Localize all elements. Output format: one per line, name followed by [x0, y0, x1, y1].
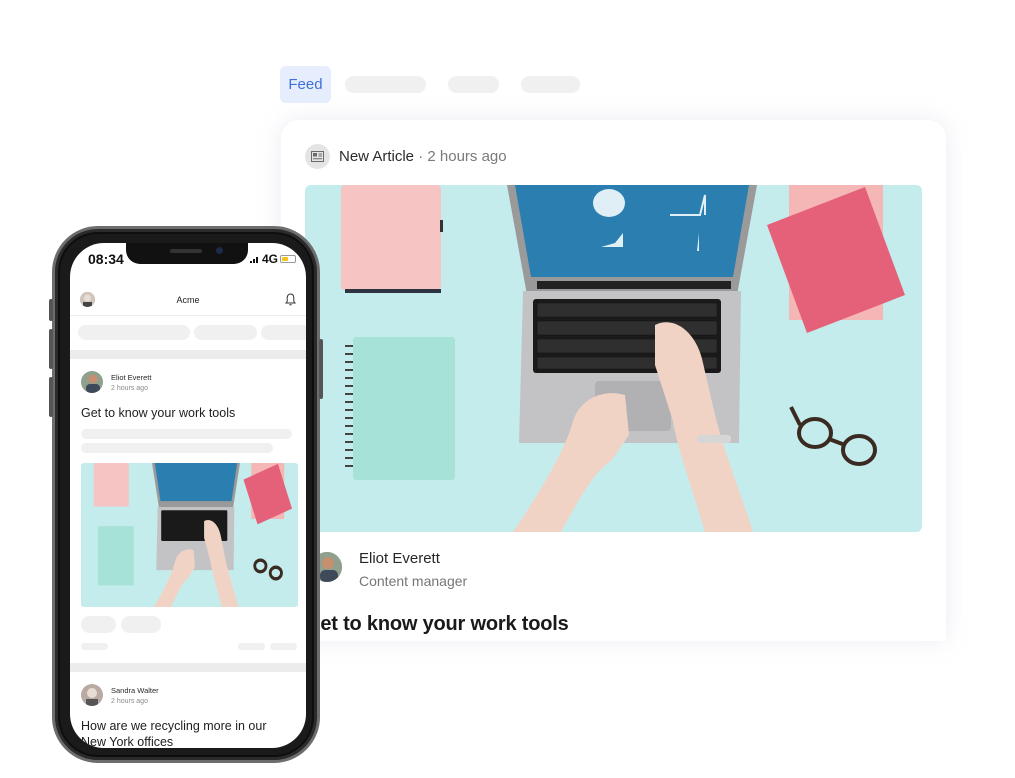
post-author-avatar[interactable] — [81, 684, 103, 706]
phone-notch — [126, 243, 248, 264]
phone-power-button — [319, 339, 323, 399]
post-time: 2 hours ago — [111, 385, 148, 392]
article-title[interactable]: Get to know your work tools — [305, 613, 569, 636]
post-author-name[interactable]: Eliot Everett — [111, 373, 151, 382]
meta-placeholder — [81, 643, 108, 650]
post-type-label: New Article — [339, 148, 415, 165]
phone-mockup: 08:34 4G Acme Eliot Everett 2 hours ago … — [49, 226, 323, 763]
speaker — [170, 249, 202, 253]
bell-icon[interactable] — [285, 293, 296, 306]
post-image[interactable] — [81, 463, 298, 607]
post-author-name[interactable]: Sandra Walter — [111, 686, 159, 695]
desk-photo-illustration — [305, 185, 922, 532]
section-divider — [70, 350, 306, 359]
article-card[interactable]: New Article · 2 hours ago Eliot Everett … — [281, 120, 946, 641]
separator: · — [418, 148, 424, 165]
post-author-avatar[interactable] — [81, 371, 103, 393]
reaction-placeholder[interactable] — [121, 616, 161, 633]
phone-volume-down — [49, 377, 53, 417]
tab-placeholder[interactable] — [345, 76, 426, 93]
app-bar: Acme — [70, 281, 306, 316]
author-role: Content manager — [359, 573, 468, 589]
status-indicators: 4G — [249, 252, 296, 266]
text-placeholder — [81, 429, 292, 439]
card-header: New Article · 2 hours ago — [305, 144, 507, 169]
post-title[interactable]: How are we recycling more in our New Yor… — [81, 718, 286, 748]
camera — [216, 247, 223, 254]
phone-side-button — [49, 299, 53, 321]
text-placeholder — [81, 443, 273, 453]
tab-feed[interactable]: Feed — [280, 66, 331, 103]
article-hero-image[interactable] — [305, 185, 922, 532]
phone-screen: 08:34 4G Acme Eliot Everett 2 hours ago … — [70, 243, 306, 748]
author-name[interactable]: Eliot Everett — [359, 550, 467, 567]
post-title[interactable]: Get to know your work tools — [81, 405, 235, 421]
section-divider — [70, 663, 306, 672]
mobile-tab-placeholder[interactable] — [261, 325, 306, 340]
desk-photo-thumbnail — [81, 463, 298, 607]
mobile-tab-placeholder[interactable] — [78, 325, 190, 340]
post-time: 2 hours ago — [111, 698, 148, 705]
meta-placeholder — [238, 643, 265, 650]
signal-icon — [249, 256, 258, 263]
pink-notebook — [341, 185, 441, 290]
battery-icon — [280, 255, 296, 263]
author-info: Eliot Everett Content manager — [359, 550, 467, 589]
tab-placeholder[interactable] — [448, 76, 499, 93]
article-icon — [305, 144, 330, 169]
mint-notebook — [353, 337, 455, 480]
tab-placeholder[interactable] — [521, 76, 580, 93]
phone-volume-up — [49, 329, 53, 369]
status-time: 08:34 — [88, 251, 124, 267]
post-timestamp: 2 hours ago — [427, 148, 507, 165]
reaction-placeholder[interactable] — [81, 616, 116, 633]
app-title: Acme — [176, 295, 200, 305]
mobile-tab-placeholder[interactable] — [194, 325, 257, 340]
meta-placeholder — [270, 643, 297, 650]
network-label: 4G — [261, 252, 278, 266]
